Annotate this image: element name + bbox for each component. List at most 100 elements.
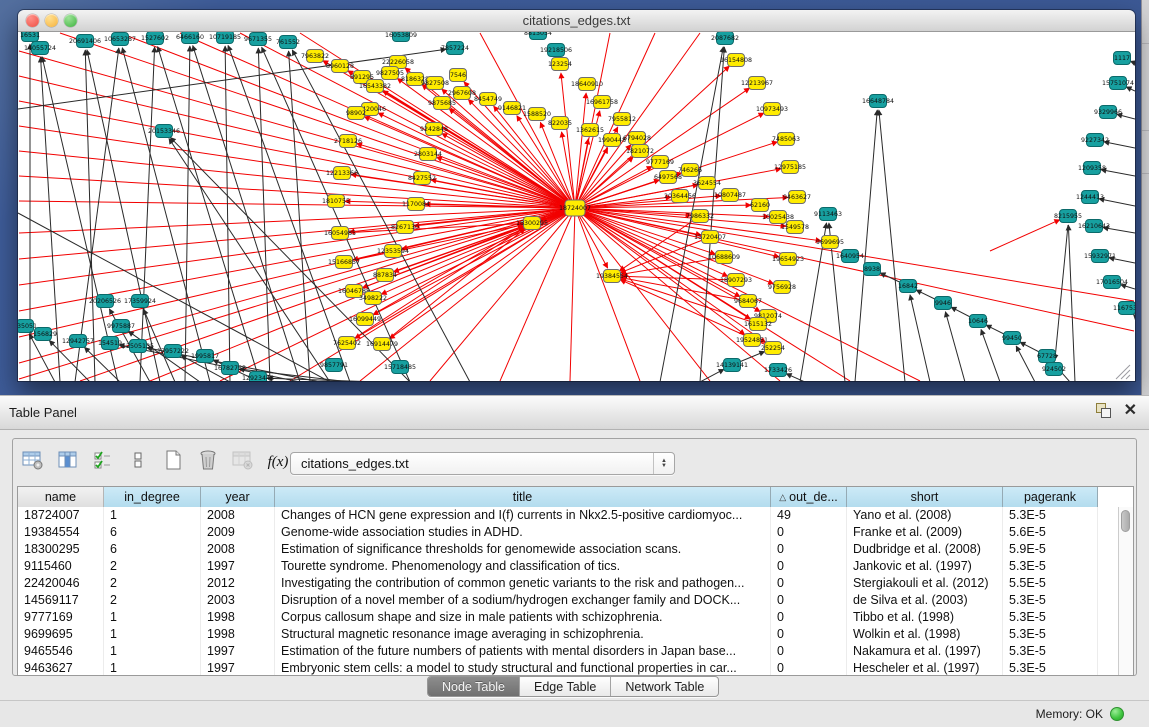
table-row[interactable]: 969969511998Structural magnetic resonanc…: [18, 626, 1133, 643]
column-header-year[interactable]: year: [201, 487, 275, 507]
graph-node-16210643[interactable]: 16210643: [1078, 220, 1110, 233]
graph-node-10973493[interactable]: 10973493: [756, 103, 788, 116]
graph-node-2803144[interactable]: 2803144: [414, 148, 442, 161]
graph-node-99450[interactable]: 99450: [1002, 332, 1022, 345]
graph-node-924502[interactable]: 924502: [1042, 363, 1066, 376]
graph-node-1209358[interactable]: 1209358: [1078, 162, 1106, 175]
close-window-button[interactable]: [26, 14, 39, 27]
graph-node-8938[interactable]: 8938: [864, 263, 881, 276]
graph-node-10688609[interactable]: 10688609: [708, 251, 740, 264]
graph-node-10653287[interactable]: 10653287: [104, 33, 136, 46]
graph-node-98902[interactable]: 98902: [346, 107, 366, 120]
column-header-title[interactable]: title: [275, 487, 771, 507]
scrollbar-thumb[interactable]: [1121, 510, 1130, 532]
graph-node-62160[interactable]: 62160: [750, 199, 770, 212]
graph-node-16914479[interactable]: 16914479: [366, 338, 398, 351]
table-row[interactable]: 1872400712008Changes of HCN gene express…: [18, 507, 1133, 524]
graph-node-10719185[interactable]: 10719185: [209, 32, 241, 44]
graph-node-12975185[interactable]: 12975185: [774, 161, 806, 174]
table-row[interactable]: 946554611997Estimation of the future num…: [18, 643, 1133, 660]
graph-node-1362615[interactable]: 1362615: [576, 124, 604, 137]
graph-node-9329966[interactable]: 9329966: [1094, 106, 1122, 119]
graph-node-9146821[interactable]: 9146821: [498, 102, 526, 115]
graph-node-761552[interactable]: 761552: [276, 36, 300, 49]
graph-node-7485063[interactable]: 7485063: [772, 133, 800, 146]
graph-node-19218506[interactable]: 19218506: [540, 44, 572, 57]
graph-node-1588520[interactable]: 1588520: [523, 108, 551, 121]
delete-columns-button[interactable]: [194, 448, 222, 476]
show-columns-button[interactable]: [54, 448, 82, 476]
graph-node-12213366[interactable]: 12213366: [326, 167, 358, 180]
column-header-name[interactable]: name: [18, 487, 104, 507]
column-header-short[interactable]: short: [847, 487, 1003, 507]
graph-node-15718485[interactable]: 15718485: [384, 361, 416, 374]
graph-node-7963822[interactable]: 7963822: [301, 50, 329, 63]
graph-node-1167531[interactable]: 1167531: [1113, 302, 1135, 315]
minimize-window-button[interactable]: [45, 14, 58, 27]
graph-node-12942757[interactable]: 12942757: [62, 335, 94, 348]
row-options-button[interactable]: [124, 448, 152, 476]
table-row[interactable]: 2242004622012Investigating the contribut…: [18, 575, 1133, 592]
table-mode-button[interactable]: [19, 448, 47, 476]
graph-node-2087682[interactable]: 2087682: [711, 32, 739, 45]
graph-node-8427552[interactable]: 8427552: [408, 172, 436, 185]
graph-node-18640910[interactable]: 18640910: [571, 78, 603, 91]
close-panel-icon[interactable]: ✕: [1124, 403, 1137, 418]
graph-node-8960128[interactable]: 8960128: [326, 60, 354, 73]
graph-node-822035[interactable]: 822035: [548, 117, 572, 130]
table-selector-dropdown[interactable]: citations_edges.txt ▲▼: [290, 452, 675, 475]
graph-node-1821072[interactable]: 1821072: [626, 145, 654, 158]
graph-node-16842[interactable]: 16842: [898, 280, 918, 293]
select-all-rows-button[interactable]: [89, 448, 117, 476]
graph-node-19654923[interactable]: 19654923: [772, 253, 804, 266]
graph-node-9777169[interactable]: 9777169: [646, 156, 674, 169]
graph-node-9699695[interactable]: 9699695: [816, 236, 844, 249]
new-column-button[interactable]: [159, 448, 187, 476]
graph-node-9975887[interactable]: 9975887: [107, 320, 135, 333]
function-builder-button[interactable]: f(x): [264, 448, 292, 476]
graph-node-16053809[interactable]: 16053809: [385, 32, 417, 42]
graph-node-1990448[interactable]: 1990448: [598, 134, 626, 147]
table-row[interactable]: 1938455462009Genome-wide association stu…: [18, 524, 1133, 541]
graph-node-154519[interactable]: 154519: [98, 337, 122, 350]
graph-node-15751074[interactable]: 15751074: [1102, 77, 1134, 90]
tab-network-table[interactable]: Network Table: [611, 677, 718, 696]
graph-node-7955812[interactable]: 7955812: [608, 113, 636, 126]
table-row[interactable]: 1830029562008Estimation of significance …: [18, 541, 1133, 558]
graph-node-10646[interactable]: 10646: [968, 315, 988, 328]
table-row[interactable]: 946362711997Embryonic stem cells: a mode…: [18, 660, 1133, 676]
zoom-window-button[interactable]: [64, 14, 77, 27]
graph-node-7546[interactable]: 7546: [450, 69, 467, 82]
graph-node-9756928[interactable]: 9756928: [768, 281, 796, 294]
graph-node-20206526[interactable]: 20206526: [89, 295, 121, 308]
graph-node-123254[interactable]: 123254: [548, 58, 572, 71]
graph-node-9227342[interactable]: 9227342: [1081, 134, 1109, 147]
graph-node-1640954[interactable]: 1640954: [836, 250, 864, 263]
column-header-pagerank[interactable]: pagerank: [1003, 487, 1098, 507]
window-titlebar[interactable]: citations_edges.txt: [18, 10, 1135, 32]
graph-node-9671355[interactable]: 9671355: [244, 33, 272, 46]
graph-node-12213967[interactable]: 12213967: [741, 77, 773, 90]
graph-node-887834[interactable]: 887834: [373, 269, 397, 282]
table-row[interactable]: 977716911998Corpus callosum shape and si…: [18, 609, 1133, 626]
graph-node-16961758[interactable]: 16961758: [586, 96, 618, 109]
graph-node-1244413[interactable]: 1244413: [1076, 191, 1104, 204]
vertical-scrollbar[interactable]: [1118, 507, 1133, 675]
graph-node-9463627[interactable]: 9463627: [783, 191, 811, 204]
tab-node-table[interactable]: Node Table: [428, 677, 520, 696]
graph-node-67728[interactable]: 67728: [1037, 350, 1057, 363]
graph-node-17016504[interactable]: 17016504: [1096, 276, 1128, 289]
graph-node-9113463[interactable]: 9113463: [814, 208, 842, 221]
graph-node-8813054[interactable]: 8813054: [524, 32, 552, 40]
graph-node-17359924[interactable]: 17359924: [124, 295, 156, 308]
graph-node-15932971[interactable]: 15932971: [1084, 250, 1116, 263]
graph-node-9684067[interactable]: 9684067: [734, 295, 762, 308]
table-row[interactable]: 911546021997Tourette syndrome. Phenomeno…: [18, 558, 1133, 575]
tab-edge-table[interactable]: Edge Table: [520, 677, 611, 696]
graph-node-9946[interactable]: 9946: [935, 297, 952, 310]
graph-node-16782753[interactable]: 16782753: [214, 362, 246, 375]
graph-node-16154808[interactable]: 16154808: [720, 54, 752, 67]
column-header-in_degree[interactable]: in_degree: [104, 487, 201, 507]
float-panel-icon[interactable]: [1096, 403, 1112, 418]
graph-node-1117[interactable]: 1117: [1114, 52, 1131, 65]
